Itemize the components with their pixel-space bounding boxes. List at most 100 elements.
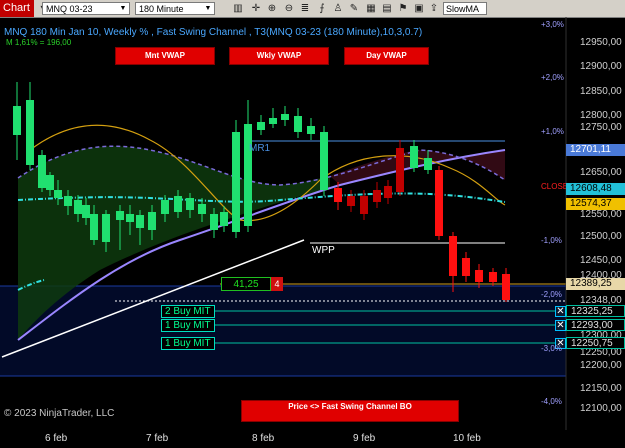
y-tick: 12900,00 [580, 61, 622, 72]
candle-body [373, 190, 381, 202]
bar-type-icon[interactable]: ▥ [232, 2, 244, 15]
buy-order-2-price: 12293,00 [566, 319, 625, 331]
x-tick: 9 feb [353, 433, 376, 444]
time-axis: 6 feb 7 feb 8 feb 9 feb 10 feb [0, 430, 625, 448]
candle-body [102, 214, 110, 242]
pct-tick: -3,0% [541, 344, 562, 353]
candle-body [148, 212, 156, 230]
chevron-down-icon: ▼ [119, 5, 127, 12]
channel-price-marker: 12608,48 [566, 183, 625, 195]
indicator-icon[interactable]: ⨍ [316, 2, 328, 15]
buy-mit-order-1[interactable]: 2 Buy MIT [161, 305, 215, 318]
y-tick: 12850,00 [580, 86, 622, 97]
crosshair-icon[interactable]: ✛ [250, 2, 262, 15]
zoom-out-icon[interactable]: ⊖ [283, 2, 295, 15]
order-count-badge[interactable]: 4 [271, 277, 283, 291]
y-tick: 12650,00 [580, 167, 622, 178]
chevron-down-icon: ▼ [204, 5, 212, 12]
candle-body [489, 272, 497, 282]
candle-body [384, 186, 392, 198]
candle [396, 140, 404, 196]
share-icon[interactable]: ⇪ [428, 2, 440, 15]
candle [373, 182, 381, 208]
wpp-label: WPP [312, 245, 335, 256]
candle [13, 82, 21, 160]
candle-body [161, 200, 169, 214]
candle [384, 180, 392, 204]
chart-window: Chart ▾ MNQ 03-23 ▼ 180 Minute ▼ ▥ ✛ ⊕ ⊖… [0, 0, 625, 448]
cancel-order-1-icon[interactable]: ✕ [555, 306, 566, 317]
data-box-icon[interactable]: ▦ [365, 2, 377, 15]
x-tick: 6 feb [45, 433, 68, 444]
y-tick: 12450,00 [580, 255, 622, 266]
candle [489, 268, 497, 286]
interval-value: 180 Minute [139, 4, 184, 14]
candle-body [244, 124, 252, 226]
instrument-value: MNQ 03-23 [46, 4, 93, 14]
candle-body [360, 196, 368, 214]
mr1-price-marker: 12701,11 [566, 144, 625, 156]
y-tick: 12150,00 [580, 383, 622, 394]
candle-body [281, 114, 289, 120]
order-quantity-box[interactable]: 41,25 [221, 277, 271, 291]
interval-select[interactable]: 180 Minute ▼ [135, 2, 215, 15]
candle-body [74, 200, 82, 214]
y-tick: 12100,00 [580, 403, 622, 414]
indicator-input[interactable]: SlowMA [443, 2, 487, 15]
pct-tick: -2,0% [541, 290, 562, 299]
candle-body [410, 146, 418, 168]
strategy-icon[interactable]: ♙ [332, 2, 344, 15]
candle [38, 150, 46, 192]
candle-body [449, 236, 457, 276]
y-tick: 12800,00 [580, 110, 622, 121]
drawing-tools-icon[interactable]: ✎ [348, 2, 360, 15]
chart-trader-zone [0, 286, 566, 376]
y-tick: 12950,00 [580, 37, 622, 48]
instrument-select[interactable]: MNQ 03-23 ▼ [42, 2, 130, 15]
y-tick: 12550,00 [580, 209, 622, 220]
candle-body [232, 132, 240, 232]
candle [502, 268, 510, 302]
price-swing-channel-button[interactable]: Price <> Fast Swing Channel BO [241, 400, 459, 422]
candle-body [126, 214, 134, 222]
candle-body [46, 175, 54, 190]
properties-icon[interactable]: ≣ [299, 2, 311, 15]
candle [320, 126, 328, 196]
chart-subtitle: M 1,61% = 196,00 [6, 38, 72, 47]
buy-mit-order-3[interactable]: 1 Buy MIT [161, 337, 215, 350]
candle [281, 106, 289, 126]
buy-order-1-price: 12325,25 [566, 305, 625, 317]
candle-body [198, 204, 206, 214]
candle-body [334, 188, 342, 202]
candle-body [90, 214, 98, 240]
pct-tick: -1,0% [541, 236, 562, 245]
cancel-order-2-icon[interactable]: ✕ [555, 320, 566, 331]
x-tick: 7 feb [146, 433, 169, 444]
candle-body [186, 198, 194, 210]
price-chart[interactable] [0, 17, 625, 430]
templates-icon[interactable]: ▤ [381, 2, 393, 15]
zoom-in-icon[interactable]: ⊕ [266, 2, 278, 15]
snapshot-icon[interactable]: ▣ [413, 2, 425, 15]
candle [294, 108, 302, 138]
y-tick: 12500,00 [580, 231, 622, 242]
candle-body [26, 100, 34, 165]
candle-body [220, 212, 228, 226]
pct-tick: +3,0% [541, 20, 564, 29]
chart-tab[interactable]: Chart [0, 0, 34, 17]
candle-body [257, 122, 265, 130]
x-tick: 8 feb [252, 433, 275, 444]
monthly-vwap-button[interactable]: Mnt VWAP [115, 47, 215, 65]
mr1-label: MR1 [249, 143, 271, 154]
candle-body [174, 196, 182, 212]
candle [26, 82, 34, 170]
candle [435, 166, 443, 240]
candle-body [294, 116, 302, 132]
candle-body [320, 132, 328, 190]
candle-body [116, 211, 124, 220]
day-vwap-button[interactable]: Day VWAP [344, 47, 429, 65]
candle-body [307, 126, 315, 134]
buy-mit-order-2[interactable]: 1 Buy MIT [161, 319, 215, 332]
weekly-vwap-button[interactable]: Wkly VWAP [229, 47, 329, 65]
chart-trader-icon[interactable]: ⚑ [397, 2, 409, 15]
